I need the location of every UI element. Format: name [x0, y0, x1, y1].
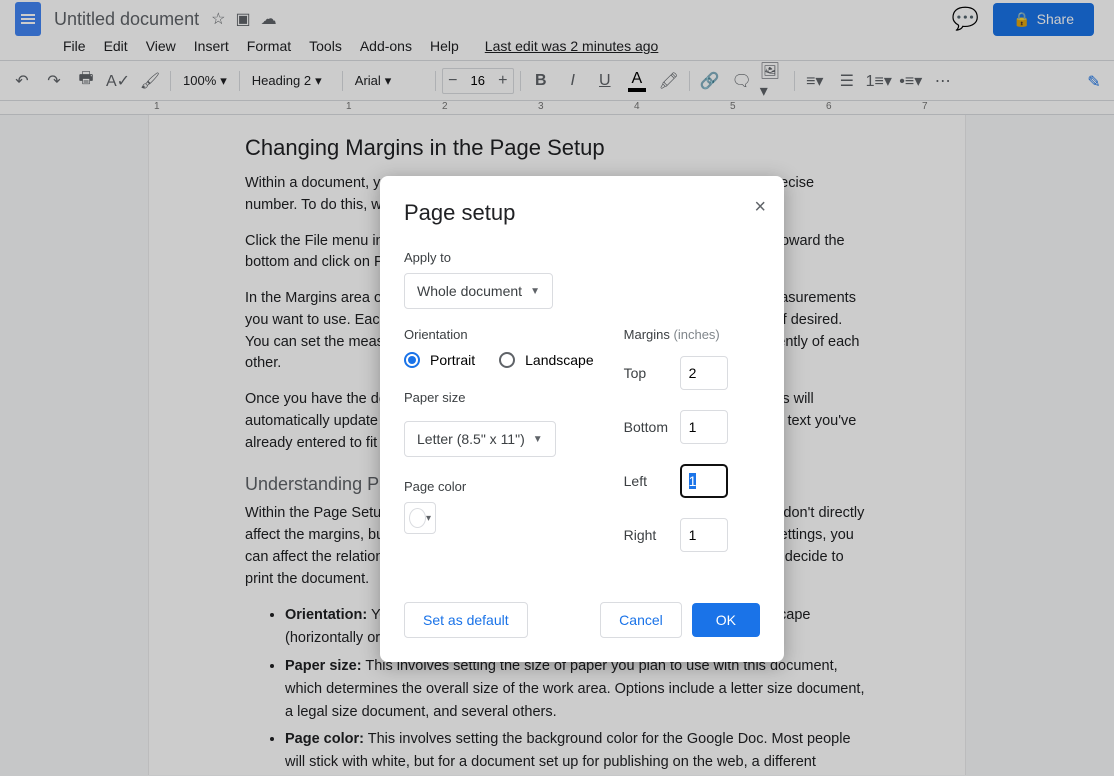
chevron-down-icon: ▾ — [426, 513, 431, 524]
margins-label: Margins (inches) — [624, 327, 760, 342]
left-label: Left — [624, 473, 680, 489]
apply-to-select[interactable]: Whole document▼ — [404, 273, 553, 309]
apply-to-label: Apply to — [404, 250, 760, 265]
top-input[interactable] — [680, 356, 728, 390]
set-default-button[interactable]: Set as default — [404, 602, 528, 638]
landscape-radio[interactable]: Landscape — [499, 352, 594, 368]
page-setup-dialog: Page setup × Apply to Whole document▼ Or… — [380, 176, 784, 662]
left-input[interactable] — [680, 464, 728, 498]
close-icon[interactable]: × — [754, 196, 766, 219]
orientation-label: Orientation — [404, 327, 594, 342]
paper-size-label: Paper size — [404, 390, 594, 405]
cancel-button[interactable]: Cancel — [600, 602, 682, 638]
bottom-label: Bottom — [624, 419, 680, 435]
top-label: Top — [624, 365, 680, 381]
right-input[interactable] — [680, 518, 728, 552]
paper-size-select[interactable]: Letter (8.5" x 11")▼ — [404, 421, 556, 457]
chevron-down-icon: ▼ — [533, 434, 543, 445]
ok-button[interactable]: OK — [692, 603, 760, 637]
chevron-down-icon: ▼ — [530, 286, 540, 297]
bottom-input[interactable] — [680, 410, 728, 444]
dialog-title: Page setup — [404, 200, 760, 226]
page-color-label: Page color — [404, 479, 594, 494]
page-color-select[interactable]: ▾ — [404, 502, 436, 534]
right-label: Right — [624, 527, 680, 543]
portrait-radio[interactable]: Portrait — [404, 352, 475, 368]
